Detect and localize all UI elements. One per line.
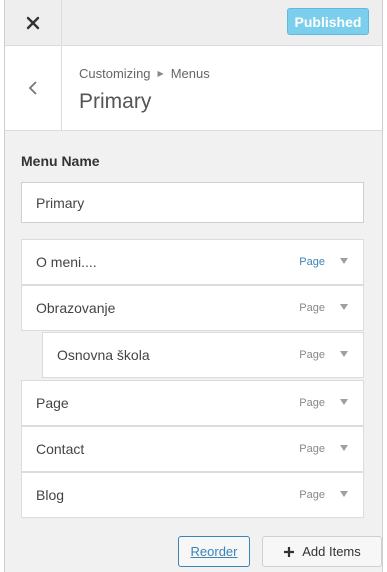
menu-item[interactable]: Obrazovanje Page [21,285,364,331]
menu-name-input[interactable] [21,182,364,223]
add-items-button[interactable]: Add Items [262,536,382,567]
expand-arrow-icon[interactable] [340,399,348,405]
expand-arrow-icon[interactable] [340,304,348,310]
close-icon [26,16,40,29]
menu-item[interactable]: Contact Page [21,426,364,472]
menu-item[interactable]: O meni.... Page [21,239,364,285]
menu-item-label: Page [36,395,69,411]
add-items-label: Add Items [302,544,361,559]
menu-item-child[interactable]: Osnovna škola Page [42,332,364,378]
menu-item-label: Osnovna škola [57,347,150,363]
plus-icon [284,546,295,557]
expand-arrow-icon[interactable] [340,351,348,357]
menu-item-type: Page [299,443,325,455]
reorder-button[interactable]: Reorder [178,536,250,567]
menu-item-label: Blog [36,487,65,503]
close-button[interactable] [5,0,62,45]
expand-arrow-icon[interactable] [340,445,348,451]
customizer-topbar: Published [5,0,382,46]
menu-item[interactable]: Blog Page [21,472,364,518]
back-button[interactable] [5,46,62,130]
menu-item-type: Page [299,302,325,314]
breadcrumb: Customizing ▶ Menus [79,66,210,81]
breadcrumb-separator-icon: ▶ [157,69,164,78]
expand-arrow-icon[interactable] [340,258,348,264]
menu-item-label: O meni.... [36,254,97,270]
chevron-left-icon [28,81,37,95]
menu-item-label: Obrazovanje [36,300,116,316]
customizer-panel: Published Customizing ▶ Menus Primary Me… [4,0,383,572]
menu-item-type: Page [299,489,325,501]
menu-item-type: Page [299,397,325,409]
menu-item[interactable]: Page Page [21,380,364,426]
page-title: Primary [79,90,152,113]
breadcrumb-current: Menus [170,66,210,81]
menu-item-label: Contact [36,441,85,457]
expand-arrow-icon[interactable] [340,491,348,497]
section-header: Customizing ▶ Menus Primary [5,46,382,131]
menu-item-type: Page [299,349,325,361]
menu-item-type: Page [299,256,325,268]
breadcrumb-root: Customizing [79,66,151,81]
publish-button[interactable]: Published [287,8,369,35]
menu-name-label: Menu Name [21,153,100,169]
